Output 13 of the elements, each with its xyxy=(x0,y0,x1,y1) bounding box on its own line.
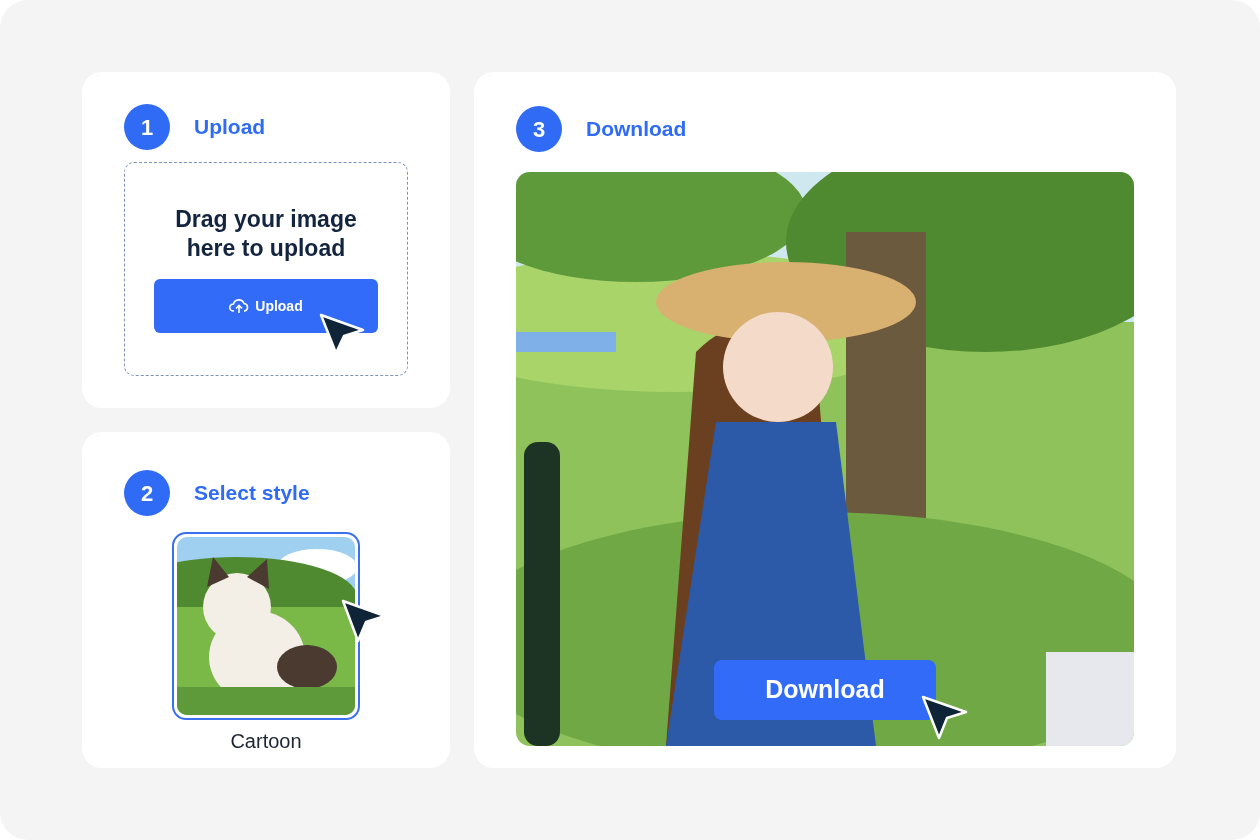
step-number: 2 xyxy=(124,470,170,516)
step-title: Upload xyxy=(194,114,266,141)
step-title: Select style xyxy=(194,480,310,507)
style-label: Cartoon xyxy=(230,729,302,754)
step-number: 3 xyxy=(516,106,562,152)
upload-button[interactable]: Upload xyxy=(154,279,378,334)
download-button[interactable]: Download xyxy=(714,660,936,720)
step-number: 1 xyxy=(124,104,170,150)
drop-zone[interactable]: Drag your image here to upload Upload xyxy=(124,162,408,376)
cursor-icon xyxy=(920,694,970,742)
cloud-upload-icon xyxy=(229,298,250,315)
step-title: Download xyxy=(586,116,687,143)
drop-prompt: Drag your image here to upload xyxy=(174,204,358,263)
